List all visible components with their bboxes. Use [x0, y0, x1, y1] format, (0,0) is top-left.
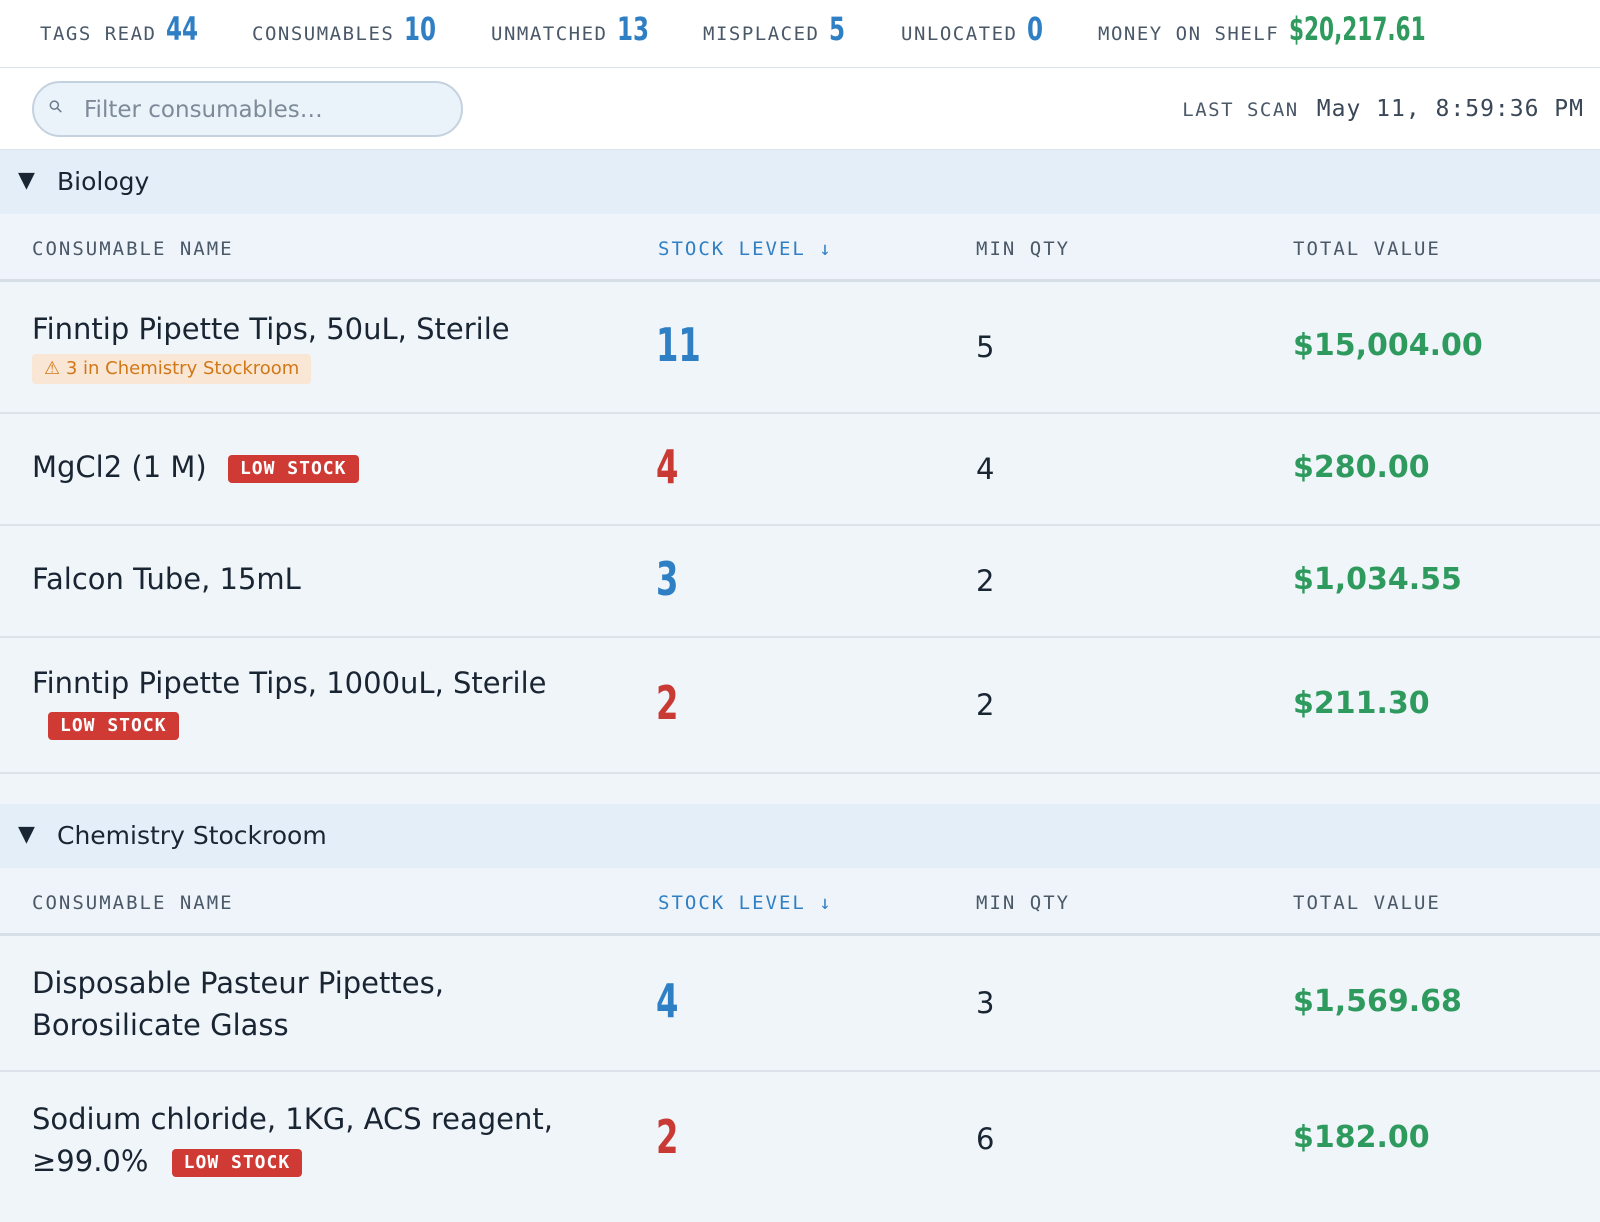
- consumable-name-line2-wrap: ≥99.0% LOW STOCK: [32, 1140, 553, 1182]
- stat-consumables: CONSUMABLES 10: [252, 10, 444, 50]
- min-qty: 4: [976, 452, 995, 486]
- table-row[interactable]: MgCl2 (1 M) LOW STOCK 4 4 $280.00: [0, 414, 1600, 526]
- stat-value: 0: [1027, 10, 1044, 48]
- column-header-stock-level[interactable]: STOCK LEVEL ↓: [658, 892, 833, 914]
- stat-label: TAGS READ: [40, 23, 157, 45]
- stock-level: 4: [656, 974, 679, 1028]
- search-icon: ⚲: [44, 95, 68, 119]
- min-qty: 6: [976, 1122, 995, 1156]
- search-box[interactable]: ⚲: [32, 81, 463, 137]
- stat-label: CONSUMABLES: [252, 23, 395, 45]
- group-header-chemistry-stockroom[interactable]: ▼ Chemistry Stockroom: [0, 804, 1600, 868]
- stock-level: 4: [656, 440, 679, 494]
- total-value: $211.30: [1293, 686, 1430, 721]
- filter-row: ⚲ LAST SCAN May 11, 8:59:36 PM: [0, 68, 1600, 150]
- consumable-name-line2: Borosilicate Glass: [32, 1008, 289, 1042]
- low-stock-badge: LOW STOCK: [171, 1149, 303, 1177]
- badge-holder: LOW STOCK: [48, 712, 179, 740]
- low-stock-badge: LOW STOCK: [227, 455, 359, 483]
- min-qty: 2: [976, 688, 995, 722]
- consumable-name-cell: MgCl2 (1 M) LOW STOCK: [32, 446, 359, 488]
- group-title: Chemistry Stockroom: [57, 821, 327, 850]
- total-value: $1,034.55: [1293, 562, 1462, 597]
- last-scan-timestamp: May 11, 8:59:36 PM: [1316, 96, 1584, 122]
- stat-value: 10: [404, 10, 437, 48]
- min-qty: 2: [976, 564, 995, 598]
- stat-misplaced: MISPLACED 5: [703, 10, 849, 50]
- total-value: $1,569.68: [1293, 984, 1462, 1019]
- consumable-name: Finntip Pipette Tips, 50uL, Sterile: [32, 312, 510, 346]
- last-scan-label: LAST SCAN: [1182, 99, 1299, 121]
- caret-down-icon[interactable]: ▼: [18, 168, 35, 193]
- total-value: $15,004.00: [1293, 328, 1483, 363]
- stat-value: 44: [166, 10, 199, 48]
- column-header-name[interactable]: CONSUMABLE NAME: [32, 238, 234, 260]
- table-header: CONSUMABLE NAME STOCK LEVEL ↓ MIN QTY TO…: [0, 868, 1600, 936]
- stock-level: 2: [656, 676, 679, 730]
- consumable-name-line1: Sodium chloride, 1KG, ACS reagent,: [32, 1102, 553, 1136]
- stats-bar: TAGS READ 44 CONSUMABLES 10 UNMATCHED 13…: [0, 0, 1600, 68]
- consumable-name-line1: Disposable Pasteur Pipettes,: [32, 966, 444, 1000]
- table-header: CONSUMABLE NAME STOCK LEVEL ↓ MIN QTY TO…: [0, 214, 1600, 282]
- table-row[interactable]: Finntip Pipette Tips, 50uL, Sterile ⚠ 3 …: [0, 282, 1600, 414]
- search-input[interactable]: [84, 95, 444, 125]
- consumable-name: MgCl2 (1 M): [32, 450, 207, 484]
- stat-label: UNLOCATED: [901, 23, 1018, 45]
- last-scan: LAST SCAN May 11, 8:59:36 PM: [1182, 96, 1584, 122]
- warning-badge: ⚠ 3 in Chemistry Stockroom: [32, 354, 312, 384]
- stock-level: 2: [656, 1110, 679, 1164]
- stock-level: 11: [656, 318, 701, 372]
- consumable-name: Falcon Tube, 15mL: [32, 562, 301, 596]
- stat-value: $20,217.61: [1289, 10, 1426, 48]
- consumable-name-line2: ≥99.0%: [32, 1144, 149, 1178]
- table-row[interactable]: Sodium chloride, 1KG, ACS reagent, ≥99.0…: [0, 1072, 1600, 1222]
- column-header-min-qty[interactable]: MIN QTY: [976, 238, 1070, 260]
- stat-label: UNMATCHED: [491, 23, 608, 45]
- group-title: Biology: [57, 167, 150, 196]
- low-stock-badge: LOW STOCK: [48, 712, 179, 740]
- column-header-stock-level[interactable]: STOCK LEVEL ↓: [658, 238, 833, 260]
- column-header-name[interactable]: CONSUMABLE NAME: [32, 892, 234, 914]
- min-qty: 5: [976, 330, 995, 364]
- consumable-name-cell: Sodium chloride, 1KG, ACS reagent, ≥99.0…: [32, 1098, 553, 1182]
- caret-down-icon[interactable]: ▼: [18, 822, 35, 847]
- table-row[interactable]: Falcon Tube, 15mL 3 2 $1,034.55: [0, 526, 1600, 638]
- stock-level: 3: [656, 552, 679, 606]
- table-row[interactable]: Finntip Pipette Tips, 1000uL, Sterile LO…: [0, 638, 1600, 774]
- min-qty: 3: [976, 986, 995, 1020]
- table-row[interactable]: Disposable Pasteur Pipettes, Borosilicat…: [0, 936, 1600, 1072]
- column-header-total-value[interactable]: TOTAL VALUE: [1293, 892, 1441, 914]
- stat-label: MISPLACED: [703, 23, 820, 45]
- consumable-name: Finntip Pipette Tips, 1000uL, Sterile: [32, 666, 547, 700]
- stat-tags-read: TAGS READ 44: [40, 10, 207, 50]
- group-header-biology[interactable]: ▼ Biology: [0, 150, 1600, 214]
- column-header-min-qty[interactable]: MIN QTY: [976, 892, 1070, 914]
- stat-money-on-shelf: MONEY ON SHELF $20,217.61: [1098, 10, 1471, 50]
- stat-value: 13: [617, 10, 650, 48]
- stat-value: 5: [829, 10, 846, 48]
- stat-label: MONEY ON SHELF: [1098, 23, 1280, 45]
- stat-unmatched: UNMATCHED 13: [491, 10, 658, 50]
- total-value: $280.00: [1293, 450, 1430, 485]
- total-value: $182.00: [1293, 1120, 1430, 1155]
- misplaced-warning: ⚠ 3 in Chemistry Stockroom: [32, 354, 312, 384]
- column-header-total-value[interactable]: TOTAL VALUE: [1293, 238, 1441, 260]
- consumable-name-cell: Disposable Pasteur Pipettes, Borosilicat…: [32, 962, 444, 1046]
- stat-unlocated: UNLOCATED 0: [901, 10, 1047, 50]
